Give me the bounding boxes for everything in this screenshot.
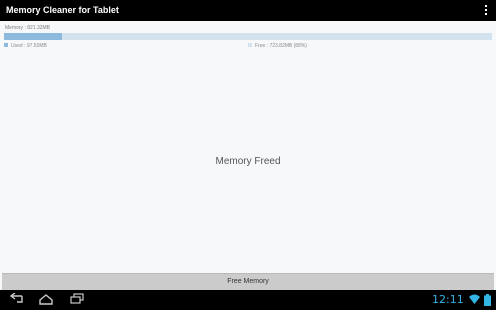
action-bar: Memory Cleaner for Tablet bbox=[0, 0, 496, 21]
app-title: Memory Cleaner for Tablet bbox=[6, 5, 119, 15]
system-nav-bar: 12:11 bbox=[0, 290, 496, 310]
back-icon[interactable] bbox=[8, 293, 24, 305]
free-swatch bbox=[248, 43, 252, 48]
home-icon[interactable] bbox=[38, 293, 54, 305]
status-clock[interactable]: 12:11 bbox=[432, 292, 464, 308]
overflow-menu-icon[interactable] bbox=[485, 5, 488, 16]
status-message: Memory Freed bbox=[215, 156, 281, 167]
used-swatch bbox=[4, 43, 8, 48]
recent-apps-icon[interactable] bbox=[69, 293, 85, 305]
memory-total-label: Memory : 821.32MB bbox=[5, 25, 51, 31]
used-label: Used : 97.50MB bbox=[11, 43, 47, 49]
battery-icon bbox=[484, 294, 491, 306]
free-label: Free : 723.82MB (88%) bbox=[255, 43, 307, 49]
memory-usage-bar bbox=[4, 33, 492, 40]
legend-used: Used : 97.50MB bbox=[4, 43, 47, 49]
wifi-icon bbox=[469, 294, 480, 304]
free-memory-button[interactable]: Free Memory bbox=[2, 273, 494, 290]
main-content: Memory : 821.32MB Used : 97.50MB Free : … bbox=[0, 21, 496, 273]
legend-free: Free : 723.82MB (88%) bbox=[248, 43, 307, 49]
memory-used-fill bbox=[4, 33, 62, 40]
